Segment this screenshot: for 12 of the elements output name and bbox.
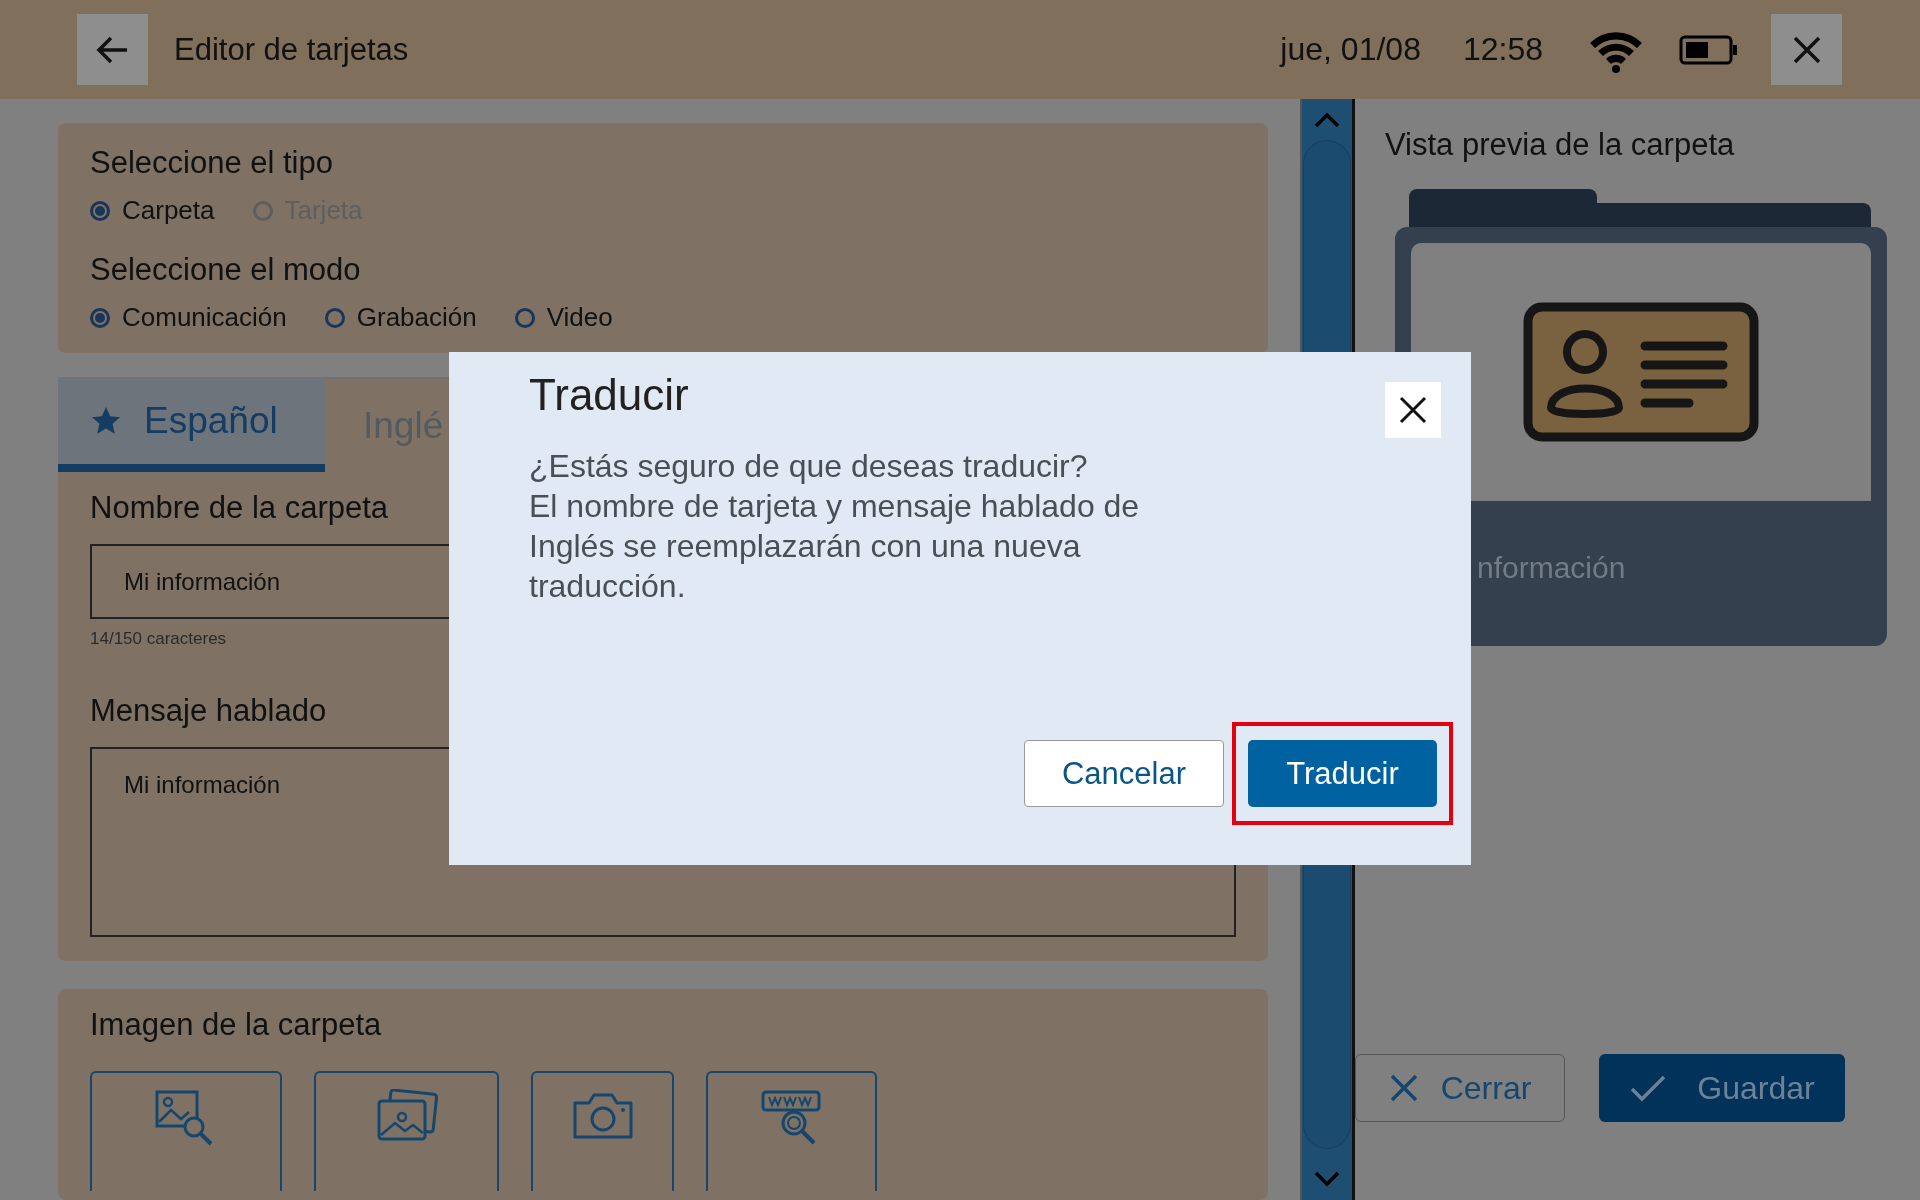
folder-label: nformación [1477, 551, 1627, 585]
section-heading: Seleccione el tipo [90, 145, 333, 181]
section-heading: Seleccione el modo [90, 252, 361, 288]
time-text: 12:58 [1462, 31, 1543, 68]
section-heading: Imagen de la carpeta [90, 1007, 382, 1043]
preview-title: Vista previa de la carpeta [1385, 127, 1736, 163]
page-title: Editor de tarjetas [174, 31, 410, 68]
dialog-title: Traducir [529, 370, 689, 420]
field-label: Nombre de la carpeta [90, 490, 389, 526]
field-label: Mensaje hablado [90, 693, 327, 729]
character-counter: 14/150 caracteres [90, 629, 228, 649]
date-text: jue, 01/08 [1280, 31, 1421, 68]
